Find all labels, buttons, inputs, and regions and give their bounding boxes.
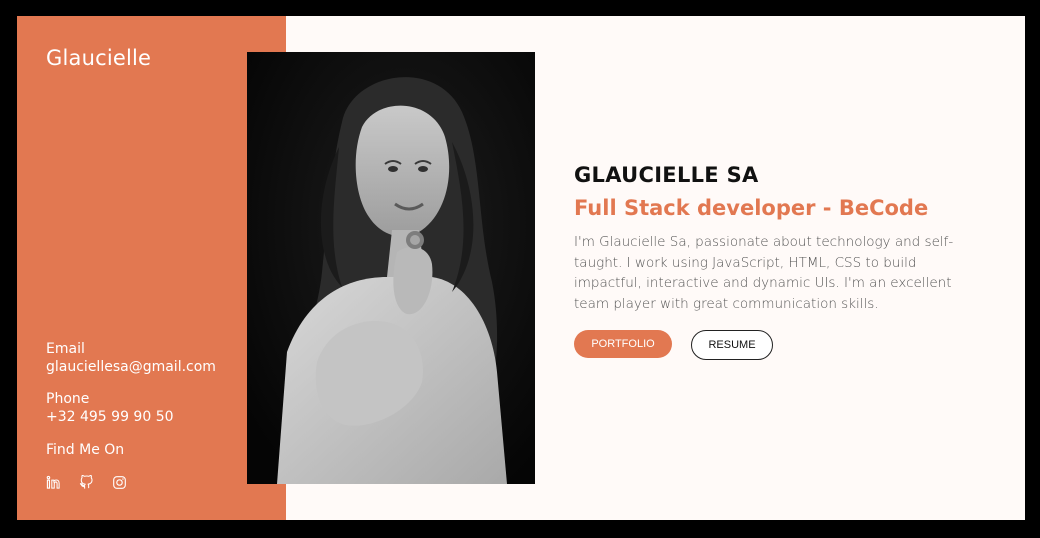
portfolio-button[interactable]: PORTFOLIO	[574, 330, 672, 358]
social-links	[46, 474, 127, 490]
email-label: Email	[46, 341, 85, 357]
resume-button[interactable]: RESUME	[691, 330, 773, 360]
profile-card: Glaucielle Email glauciellesa@gmail.com …	[17, 16, 1025, 520]
phone-label: Phone	[46, 391, 90, 407]
phone-block: Phone +32 495 99 90 50	[46, 390, 174, 426]
find-me-label: Find Me On	[46, 442, 125, 458]
sidebar: Glaucielle Email glauciellesa@gmail.com …	[17, 16, 286, 520]
intro-section: GLAUCIELLE SA Full Stack developer - BeC…	[574, 162, 974, 314]
instagram-icon[interactable]	[112, 475, 127, 490]
profile-photo	[247, 52, 535, 484]
page-title: GLAUCIELLE SA	[574, 163, 759, 187]
brand-name[interactable]: Glaucielle	[46, 46, 151, 70]
bio-text: I'm Glaucielle Sa, passionate about tech…	[574, 234, 954, 312]
job-title: Full Stack developer - BeCode	[574, 196, 929, 220]
email-block: Email glauciellesa@gmail.com	[46, 340, 216, 376]
github-icon[interactable]	[79, 474, 94, 490]
find-me-block: Find Me On	[46, 441, 124, 459]
email-value[interactable]: glauciellesa@gmail.com	[46, 358, 216, 376]
linkedin-icon[interactable]	[46, 475, 61, 490]
phone-value[interactable]: +32 495 99 90 50	[46, 408, 174, 426]
action-buttons: PORTFOLIO RESUME	[574, 330, 773, 360]
